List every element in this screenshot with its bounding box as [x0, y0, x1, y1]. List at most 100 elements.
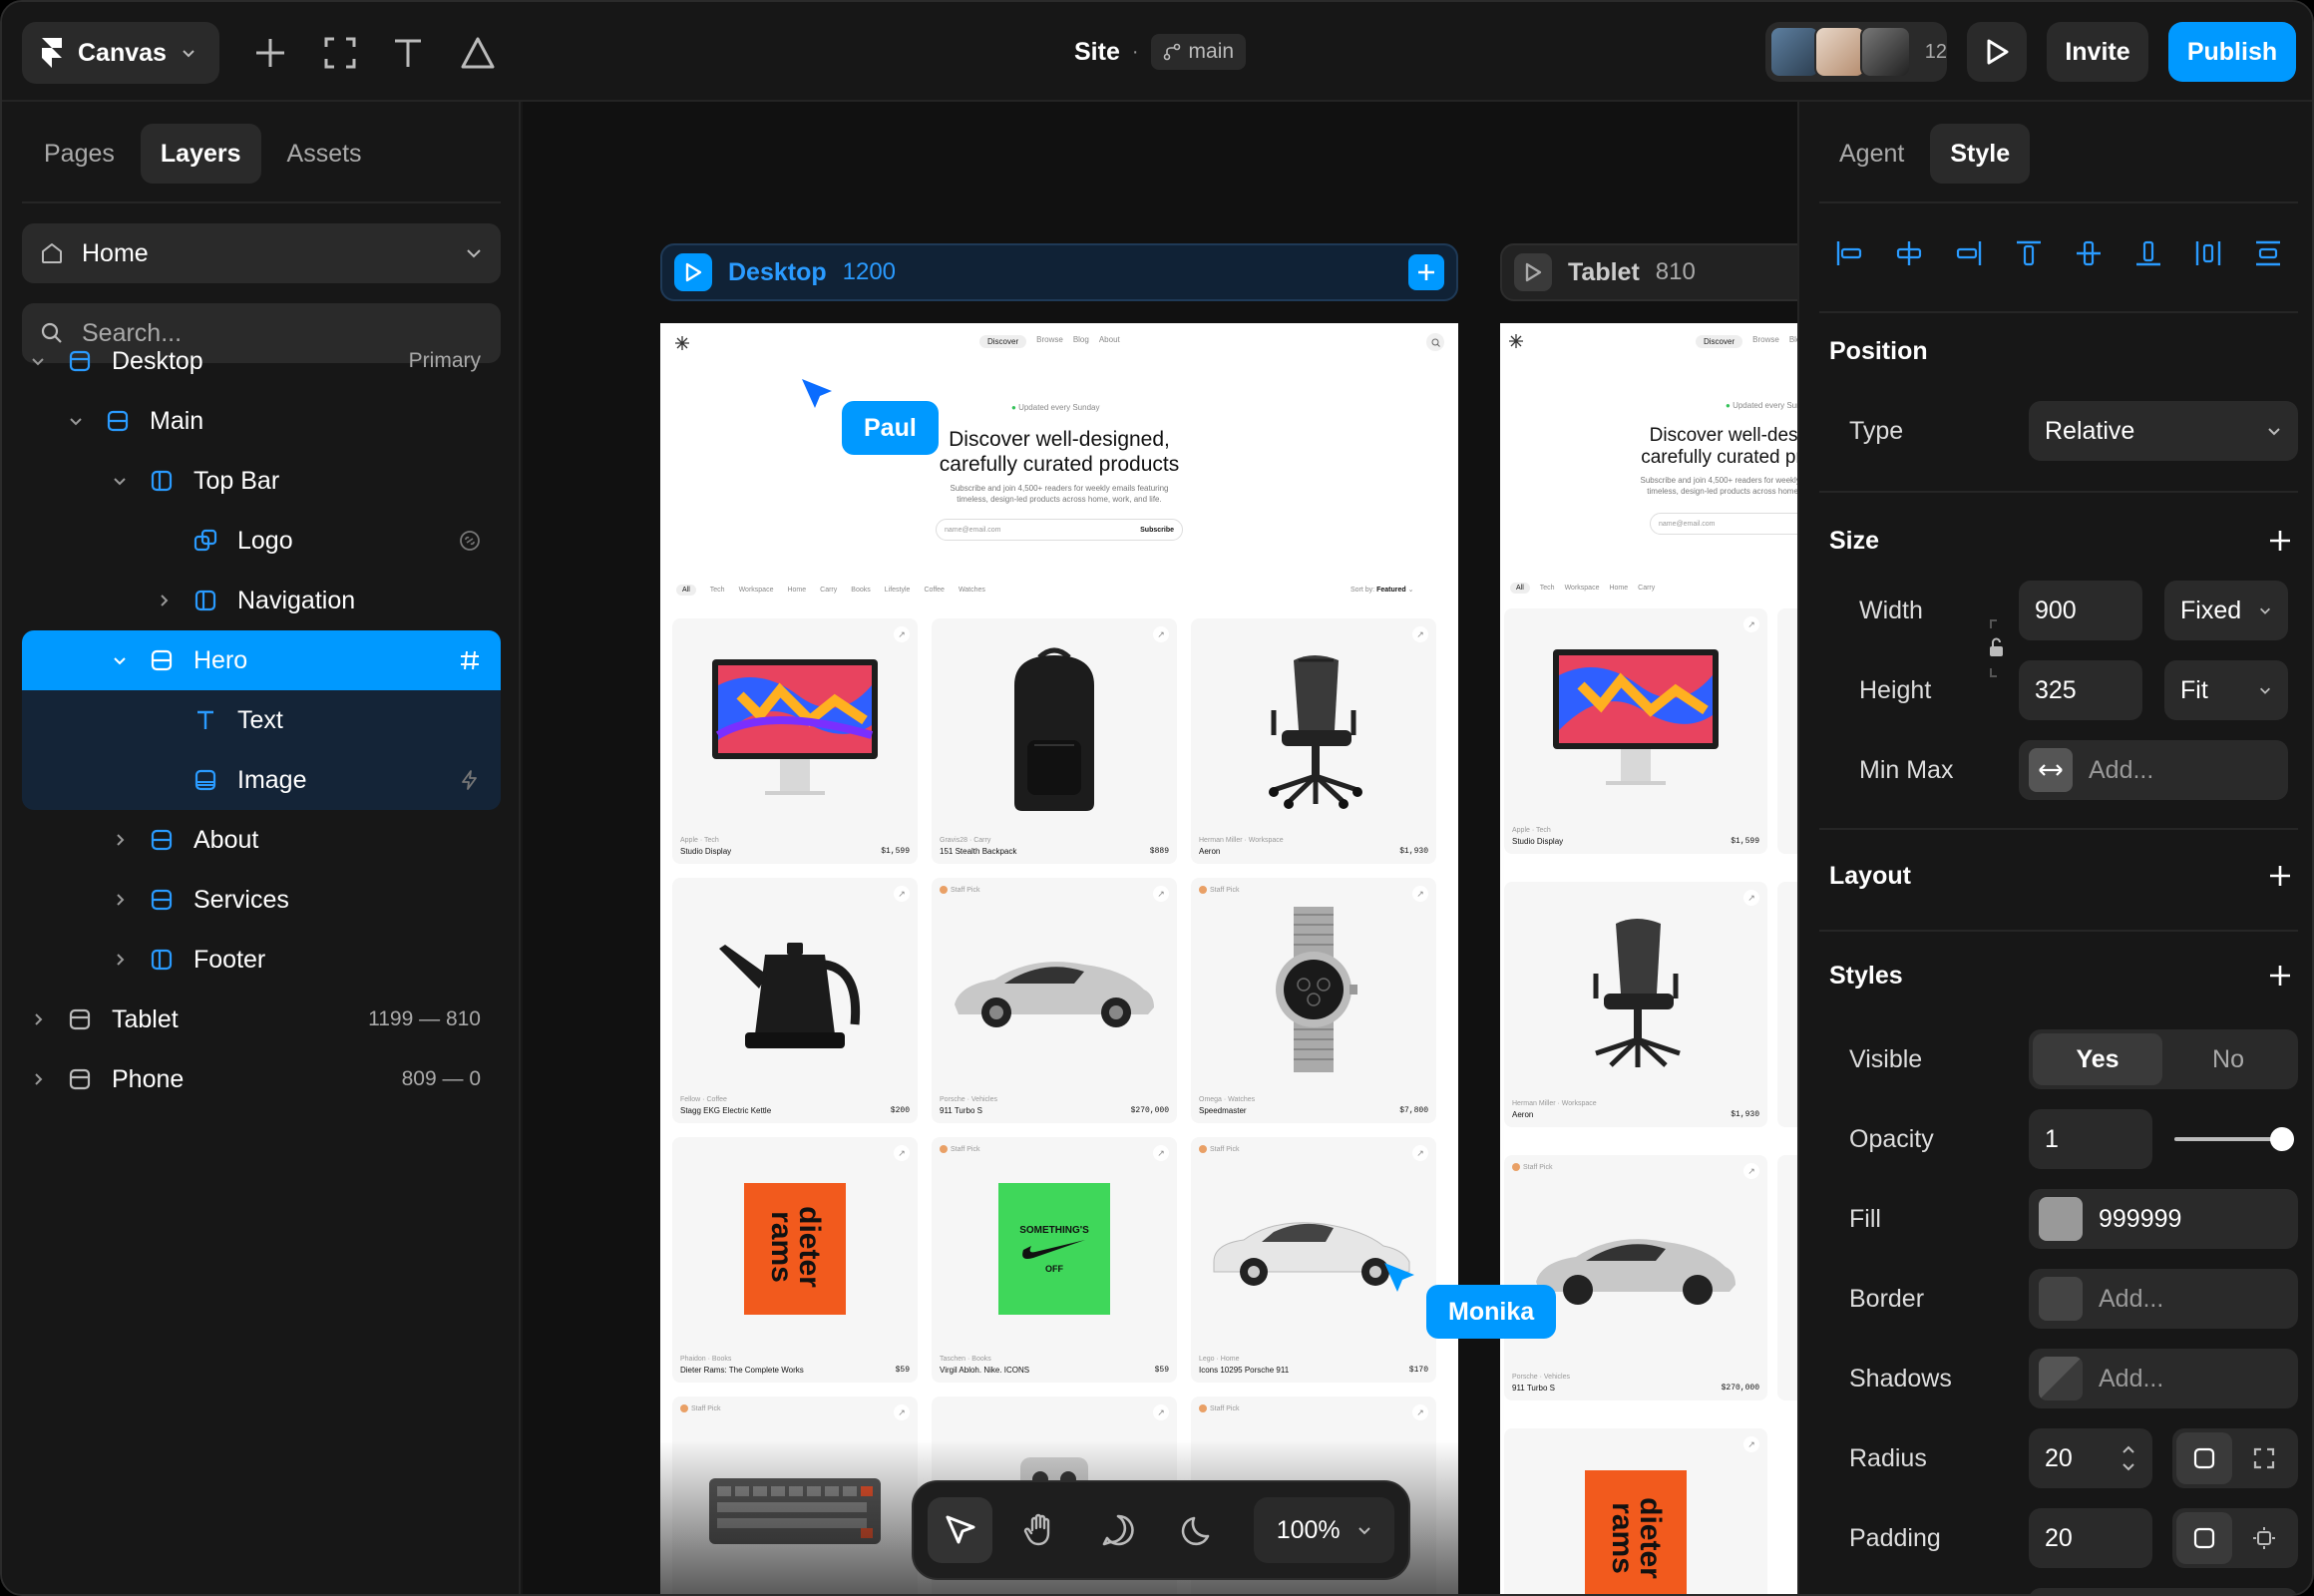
- design-canvas[interactable]: Desktop 1200 Tablet 810 Discover Browse …: [523, 102, 1797, 1594]
- layer-logo[interactable]: Logo: [22, 511, 501, 571]
- filter-chip[interactable]: Carry: [820, 587, 837, 594]
- layer-top-bar[interactable]: Top Bar: [22, 451, 501, 511]
- search-icon[interactable]: [1426, 333, 1444, 351]
- subscribe-button[interactable]: Subscribe: [1140, 527, 1174, 534]
- filter-chip[interactable]: Workspace: [739, 587, 774, 594]
- chevron-down-icon[interactable]: [26, 354, 50, 368]
- product-card[interactable]: [1777, 1155, 1797, 1400]
- tab-assets[interactable]: Assets: [267, 124, 382, 184]
- filter-chip[interactable]: Home: [787, 587, 806, 594]
- filter-chip[interactable]: All: [1510, 583, 1530, 594]
- sort-control[interactable]: Sort by: Featured ⌄: [1350, 586, 1413, 594]
- filter-chip[interactable]: Carry: [1638, 585, 1655, 592]
- filter-chip[interactable]: Workspace: [1565, 585, 1600, 592]
- visible-yes-option[interactable]: Yes: [2033, 1033, 2162, 1085]
- radius-input[interactable]: 20: [2029, 1428, 2152, 1488]
- product-card[interactable]: Staff Pick ↗ SOMETHING'S OFF Taschen · B…: [932, 1137, 1177, 1383]
- product-card[interactable]: ↗ Apple · Tech Studio Display $1,599: [1504, 608, 1767, 854]
- minmax-input[interactable]: Add...: [2019, 740, 2288, 800]
- opacity-input[interactable]: 1: [2029, 1109, 2152, 1169]
- padding-individual-option[interactable]: [2238, 1512, 2290, 1564]
- filter-chip[interactable]: Home: [1609, 585, 1628, 592]
- chevron-right-icon[interactable]: [26, 1072, 50, 1086]
- select-tool-button[interactable]: [928, 1497, 993, 1563]
- chevron-down-icon[interactable]: [108, 653, 132, 667]
- product-card[interactable]: ↗ dieter rams Phaidon · Books Dieter Ram…: [672, 1137, 918, 1383]
- layer-services[interactable]: Services: [22, 870, 501, 930]
- filter-chip[interactable]: Books: [851, 587, 870, 594]
- chevron-right-icon[interactable]: [108, 953, 132, 967]
- layer-hero[interactable]: Hero: [22, 630, 501, 690]
- product-card[interactable]: [1777, 882, 1797, 1127]
- chevron-right-icon[interactable]: [26, 1012, 50, 1026]
- product-card[interactable]: ↗ Herman Miller · Workspace Aeron $1,930: [1504, 882, 1767, 1127]
- add-layout-icon[interactable]: [2266, 862, 2294, 890]
- chevron-down-icon[interactable]: [64, 414, 88, 428]
- product-card[interactable]: ↗ Herman Miller · Workspace Aeron $1,930: [1191, 618, 1436, 864]
- chevron-right-icon[interactable]: [108, 893, 132, 907]
- product-card[interactable]: ↗ dieter rams: [1504, 1428, 1767, 1594]
- subscribe-form[interactable]: name@email.com: [1650, 513, 1797, 535]
- chevron-right-icon[interactable]: [152, 594, 176, 607]
- aspect-lock-icon[interactable]: [1987, 618, 2007, 678]
- layer-navigation[interactable]: Navigation: [22, 571, 501, 630]
- filter-chip[interactable]: Lifestyle: [885, 587, 911, 594]
- shape-tool-button[interactable]: [455, 30, 501, 76]
- product-card[interactable]: ↗ Fellow · Coffee Stagg EKG Electric Ket…: [672, 878, 918, 1123]
- nav-item[interactable]: Blog: [1073, 335, 1089, 348]
- layer-phone[interactable]: Phone 809 — 0: [22, 1049, 501, 1109]
- desktop-frame[interactable]: Discover Browse Blog About ● Updated eve…: [660, 323, 1458, 1594]
- filter-chip[interactable]: Tech: [1540, 585, 1555, 592]
- product-card[interactable]: Staff Pick ↗ Porsche · Vehicles 911 Turb…: [932, 878, 1177, 1123]
- align-middle-button[interactable]: [2067, 231, 2111, 275]
- product-card[interactable]: Staff Pick ↗ Porsche · Vehicles 911 Turb…: [1504, 1155, 1767, 1400]
- padding-all-option[interactable]: [2176, 1512, 2232, 1564]
- product-card[interactable]: Staff Pick ↗ Omega · Watches Speedmaster…: [1191, 878, 1436, 1123]
- opacity-slider-knob[interactable]: [2270, 1127, 2294, 1151]
- product-card[interactable]: ↗ Gravis28 · Carry 151 Stealth Backpack …: [932, 618, 1177, 864]
- layer-text[interactable]: Text: [22, 690, 501, 750]
- distribute-v-button[interactable]: [2246, 231, 2290, 275]
- align-left-button[interactable]: [1827, 231, 1871, 275]
- layer-footer[interactable]: Footer: [22, 930, 501, 990]
- width-mode-select[interactable]: Fixed: [2164, 581, 2288, 640]
- opacity-slider[interactable]: [2174, 1127, 2294, 1151]
- breakpoint-tablet-header[interactable]: Tablet 810: [1500, 243, 1797, 301]
- fill-input[interactable]: 999999: [2029, 1189, 2298, 1249]
- radius-all-option[interactable]: [2176, 1432, 2232, 1484]
- distribute-h-button[interactable]: [2186, 231, 2230, 275]
- filter-chip[interactable]: All: [676, 585, 696, 596]
- comment-tool-button[interactable]: [1086, 1497, 1151, 1563]
- layer-tablet[interactable]: Tablet 1199 — 810: [22, 990, 501, 1049]
- shadow-swatch[interactable]: [2039, 1357, 2083, 1400]
- filter-chip[interactable]: Coffee: [924, 587, 945, 594]
- nav-item[interactable]: Discover: [1696, 335, 1743, 348]
- add-size-icon[interactable]: [2266, 527, 2294, 555]
- nav-item[interactable]: About: [1099, 335, 1120, 348]
- layer-image[interactable]: Image: [22, 750, 501, 810]
- collaborators-group[interactable]: 12: [1765, 22, 1947, 82]
- nav-item[interactable]: Browse: [1752, 335, 1779, 348]
- visible-no-option[interactable]: No: [2162, 1033, 2294, 1085]
- product-card[interactable]: ↗ Apple · Tech Studio Display $1,599: [672, 618, 918, 864]
- product-card[interactable]: Staff Pick ↗ Lego · Home Icons 10295 Por…: [1191, 1137, 1436, 1383]
- branch-badge[interactable]: main: [1150, 34, 1247, 70]
- frame-tool-button[interactable]: [317, 30, 363, 76]
- invite-button[interactable]: Invite: [2047, 22, 2148, 82]
- border-swatch[interactable]: [2039, 1277, 2083, 1321]
- text-tool-button[interactable]: [385, 30, 431, 76]
- subscribe-form[interactable]: name@email.com Subscribe: [936, 519, 1183, 541]
- tab-style[interactable]: Style: [1930, 124, 2031, 184]
- align-right-button[interactable]: [1947, 231, 1991, 275]
- layer-about[interactable]: About: [22, 810, 501, 870]
- position-type-select[interactable]: Relative: [2029, 401, 2298, 461]
- nav-item[interactable]: Browse: [1036, 335, 1063, 348]
- play-icon[interactable]: [1514, 253, 1552, 291]
- nav-item[interactable]: Blog: [1789, 335, 1797, 348]
- layer-desktop[interactable]: Desktop Primary: [22, 331, 501, 391]
- nav-item[interactable]: Discover: [979, 335, 1027, 348]
- page-select[interactable]: Home: [22, 223, 501, 283]
- breakpoint-desktop-header[interactable]: Desktop 1200: [660, 243, 1458, 301]
- product-card[interactable]: [1777, 608, 1797, 854]
- arrow-icon[interactable]: ↗: [1412, 1404, 1428, 1420]
